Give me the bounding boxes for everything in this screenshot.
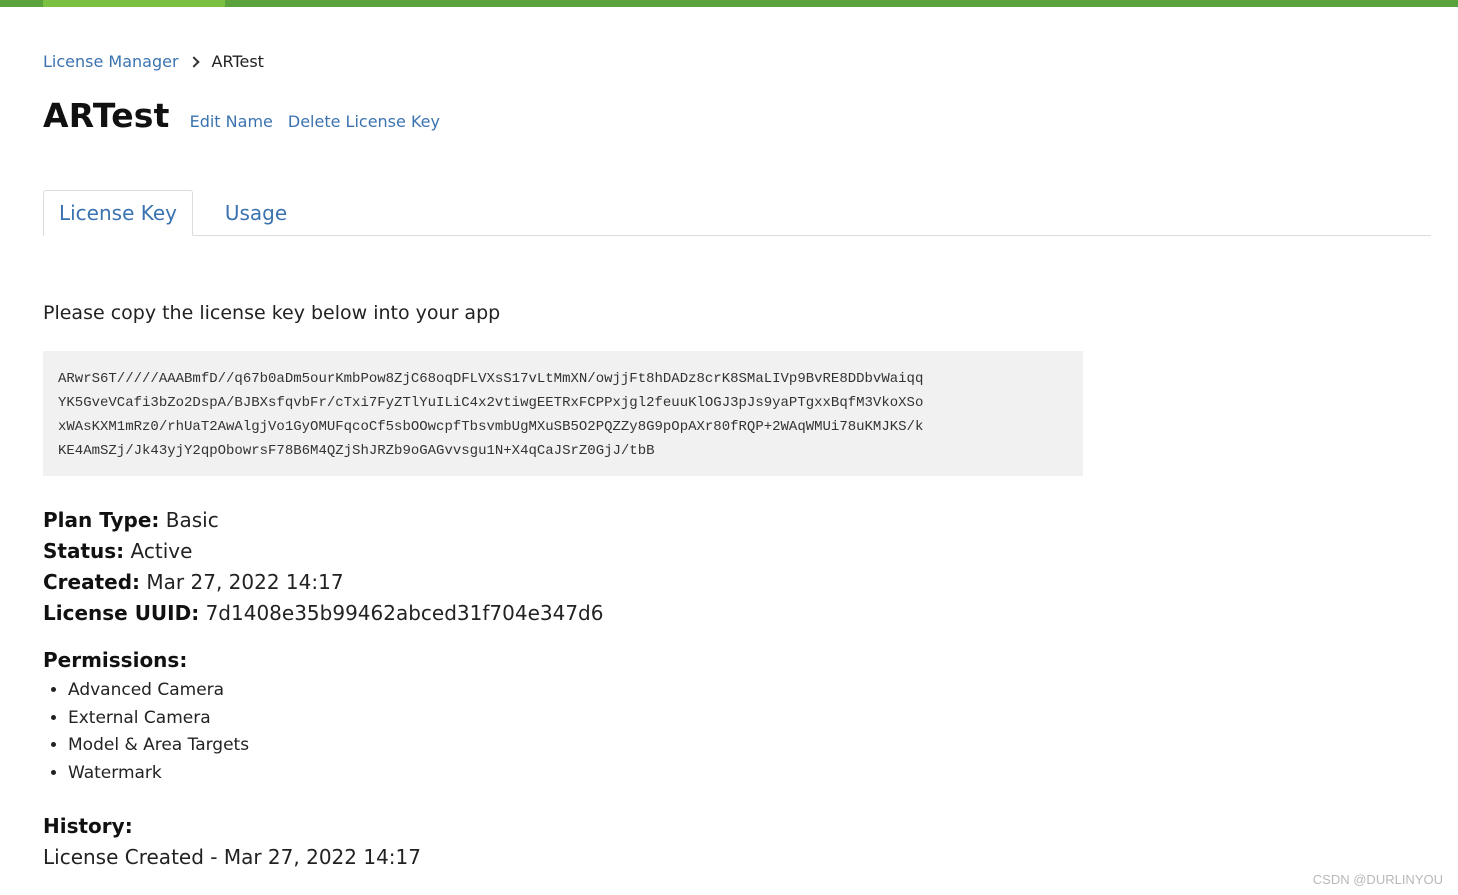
created-value: Mar 27, 2022 14:17 bbox=[146, 570, 344, 594]
breadcrumb-license-manager-link[interactable]: License Manager bbox=[43, 52, 179, 71]
plan-type-label: Plan Type: bbox=[43, 508, 160, 532]
status-value: Active bbox=[130, 539, 193, 563]
history-heading: History: bbox=[43, 814, 133, 838]
watermark-text: CSDN @DURLINYOU bbox=[1312, 872, 1443, 887]
license-key-line: ARwrS6T/////AAABmfD//q67b0aDm5ourKmbPow8… bbox=[58, 371, 924, 387]
license-key-line: YK5GveVCafi3bZo2DspA/BJBXsfqvbFr/cTxi7Fy… bbox=[58, 395, 924, 411]
delete-license-key-link[interactable]: Delete License Key bbox=[288, 112, 440, 131]
breadcrumb: License Manager ARTest bbox=[43, 52, 264, 71]
title-row: ARTest Edit Name Delete License Key bbox=[43, 96, 440, 135]
license-key-instructions: Please copy the license key below into y… bbox=[43, 302, 501, 324]
license-key-box[interactable]: ARwrS6T/////AAABmfD//q67b0aDm5ourKmbPow8… bbox=[43, 351, 1083, 476]
created-label: Created: bbox=[43, 570, 141, 594]
list-item: Model & Area Targets bbox=[68, 732, 249, 760]
top-accent-bar-active-segment bbox=[43, 0, 225, 7]
chevron-right-icon bbox=[187, 55, 200, 68]
permissions-heading: Permissions: bbox=[43, 648, 188, 672]
history-entry: License Created - Mar 27, 2022 14:17 bbox=[43, 845, 421, 869]
page-title: ARTest bbox=[43, 96, 170, 135]
breadcrumb-current: ARTest bbox=[211, 52, 264, 71]
plan-type-value: Basic bbox=[165, 508, 219, 532]
license-uuid-row: License UUID: 7d1408e35b99462abced31f704… bbox=[43, 598, 603, 629]
list-item: Watermark bbox=[68, 760, 249, 788]
status-row: Status: Active bbox=[43, 536, 603, 567]
license-details: Plan Type: Basic Status: Active Created:… bbox=[43, 505, 603, 629]
list-item: Advanced Camera bbox=[68, 677, 249, 705]
tab-bar: License Key Usage bbox=[43, 190, 1431, 236]
tab-license-key[interactable]: License Key bbox=[43, 190, 193, 236]
license-uuid-value: 7d1408e35b99462abced31f704e347d6 bbox=[205, 601, 604, 625]
license-key-line: KE4AmSZj/Jk43yjY2qpObowrsF78B6M4QZjShJRZ… bbox=[58, 443, 655, 459]
tab-usage[interactable]: Usage bbox=[215, 190, 297, 235]
created-row: Created: Mar 27, 2022 14:17 bbox=[43, 567, 603, 598]
license-key-line: xWAsKXM1mRz0/rhUaT2AwAlgjVo1GyOMUFqcoCf5… bbox=[58, 419, 924, 435]
plan-type-row: Plan Type: Basic bbox=[43, 505, 603, 536]
edit-name-link[interactable]: Edit Name bbox=[190, 112, 273, 131]
list-item: External Camera bbox=[68, 705, 249, 733]
status-label: Status: bbox=[43, 539, 125, 563]
license-uuid-label: License UUID: bbox=[43, 601, 200, 625]
permissions-list: Advanced Camera External Camera Model & … bbox=[43, 677, 249, 787]
